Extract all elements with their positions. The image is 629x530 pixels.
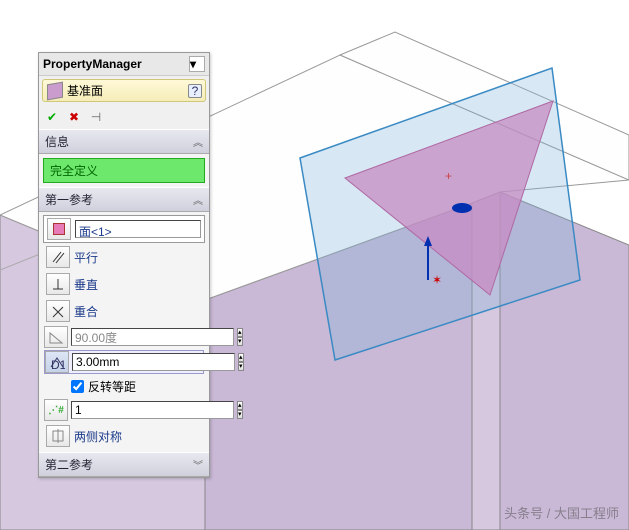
parallel-row[interactable]: 平行 [43, 244, 205, 270]
offset-input[interactable] [72, 353, 235, 371]
face-icon [47, 218, 71, 240]
plane-icon [47, 81, 63, 100]
ok-cancel-bar: ✔ ✖ ⊣ [39, 105, 209, 129]
rotate-handle[interactable] [452, 203, 472, 213]
offset-row: D1 ▴▾ [44, 350, 204, 374]
section-ref1-body: 面<1> 平行 垂直 重合 ▴▾ D1 ▴▾ [39, 212, 209, 452]
feature-header: 基准面 ? [42, 79, 206, 102]
pin-button[interactable]: ⊣ [87, 108, 105, 126]
cancel-button[interactable]: ✖ [65, 108, 83, 126]
chevron-down-icon: ︾ [193, 457, 203, 472]
ok-button[interactable]: ✔ [43, 108, 61, 126]
reverse-offset-row[interactable]: 反转等距 [41, 376, 207, 397]
midplane-row[interactable]: 两侧对称 [43, 423, 205, 449]
angle-spinner[interactable]: ▴▾ [237, 328, 243, 346]
svg-text:D1: D1 [51, 358, 65, 370]
instances-input[interactable] [71, 401, 234, 419]
chevron-up-icon: ︽ [193, 134, 203, 149]
help-icon[interactable]: ? [188, 84, 202, 98]
face-selection-field[interactable]: 面<1> [75, 220, 201, 238]
instances-row: ⋰# ▴▾ [44, 399, 204, 421]
midplane-icon [46, 425, 70, 447]
coincident-row[interactable]: 重合 [43, 298, 205, 324]
perpendicular-icon [46, 273, 70, 295]
coincident-icon [46, 300, 70, 322]
origin-star: ✶ [432, 273, 442, 287]
pm-menu-icon[interactable]: ▾ [189, 56, 205, 72]
instances-icon: ⋰# [44, 399, 68, 421]
pm-title-text: PropertyManager [43, 57, 142, 71]
section-ref1-header[interactable]: 第一参考 ︽ [39, 187, 209, 212]
angle-icon [44, 326, 68, 348]
property-manager-panel: PropertyManager ▾ 基准面 ? ✔ ✖ ⊣ 信息 ︽ 完全定义 … [38, 52, 210, 478]
offset-spinner[interactable]: ▴▾ [238, 353, 244, 371]
perpendicular-row[interactable]: 垂直 [43, 271, 205, 297]
pm-titlebar: PropertyManager ▾ [39, 53, 209, 76]
reverse-offset-checkbox[interactable] [71, 380, 84, 393]
offset-icon: D1 [45, 351, 69, 373]
parallel-icon [46, 246, 70, 268]
angle-row: ▴▾ [44, 326, 204, 348]
section-info-header[interactable]: 信息 ︽ [39, 129, 209, 154]
feature-name: 基准面 [67, 82, 103, 99]
chevron-up-icon: ︽ [193, 192, 203, 207]
section-info-body: 完全定义 [39, 154, 209, 187]
watermark-text: 头条号 / 大国工程师 [504, 503, 619, 522]
face-selection-row[interactable]: 面<1> [43, 215, 205, 243]
status-fully-defined: 完全定义 [43, 158, 205, 183]
section-ref2-header[interactable]: 第二参考 ︾ [39, 452, 209, 477]
instances-spinner[interactable]: ▴▾ [237, 401, 243, 419]
origin-plus: + [445, 169, 452, 183]
angle-input[interactable] [71, 328, 234, 346]
